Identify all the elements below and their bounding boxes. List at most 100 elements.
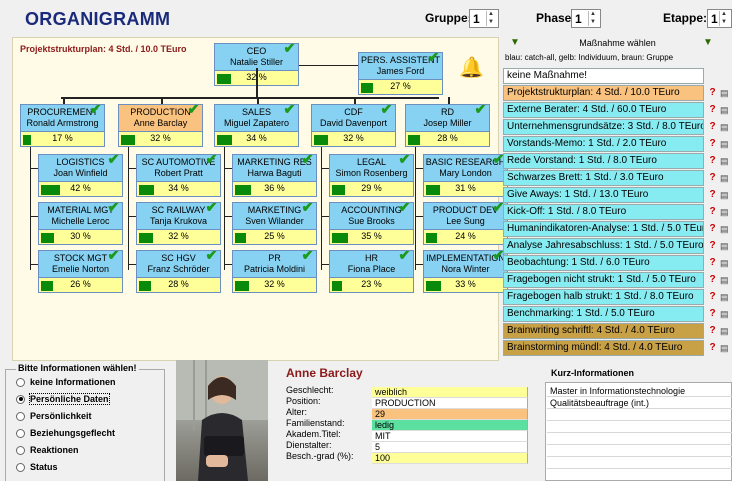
measure-item[interactable]: Analyse Jahresabschluss: 1 Std. / 5.0 TE… xyxy=(503,238,704,254)
phase-spinner[interactable]: 1 ▲ ▼ xyxy=(571,9,601,28)
node-product-dev[interactable]: PRODUCT DEV Lee Sung ✔ 24 % xyxy=(423,202,508,245)
help-icon[interactable]: ? xyxy=(706,102,719,118)
help-icon[interactable]: ? xyxy=(706,323,719,339)
measure-item[interactable]: Rede Vorstand: 1 Std. / 8.0 TEuro xyxy=(503,153,704,169)
measure-item[interactable]: Projektstrukturplan: 4 Std. / 10.0 TEuro xyxy=(503,85,704,101)
radio-icon[interactable] xyxy=(16,377,25,387)
spinner-arrows-icon[interactable]: ▲ ▼ xyxy=(486,11,495,26)
help-icon[interactable]: ? xyxy=(706,136,719,152)
measure-item[interactable]: Externe Berater: 4 Std. / 60.0 TEuro xyxy=(503,102,704,118)
node-header: PRODUCTION Anne Barclay ✔ xyxy=(119,105,202,131)
help-icon[interactable]: ? xyxy=(706,255,719,271)
info-radio[interactable]: Status xyxy=(16,462,58,472)
book-icon[interactable]: ▤ xyxy=(720,289,732,305)
node-rd[interactable]: RD Josep Miller ✔ 28 % xyxy=(405,104,490,147)
radio-label: Persönlichkeit xyxy=(30,411,92,421)
measure-item[interactable]: Unternehmensgrundsätze: 3 Std. / 8.0 TEu… xyxy=(503,119,704,135)
book-icon[interactable]: ▤ xyxy=(720,119,732,135)
check-icon: ✔ xyxy=(427,53,440,66)
person-name: Anne Barclay xyxy=(286,366,363,380)
help-icon[interactable]: ? xyxy=(706,272,719,288)
node-logistics[interactable]: LOGISTICS Joan Winfield ✔ 42 % xyxy=(38,154,123,197)
book-icon[interactable]: ▤ xyxy=(720,204,732,220)
check-icon: ✔ xyxy=(301,251,314,264)
measure-item[interactable]: Give Aways: 1 Std. / 13.0 TEuro xyxy=(503,187,704,203)
measure-item[interactable]: Vorstands-Memo: 1 Std. / 2.0 TEuro xyxy=(503,136,704,152)
check-icon: ✔ xyxy=(89,105,102,118)
book-icon[interactable]: ▤ xyxy=(720,323,732,339)
node-cdf[interactable]: CDF David Davenport ✔ 32 % xyxy=(311,104,396,147)
book-icon[interactable]: ▤ xyxy=(720,136,732,152)
node-hr[interactable]: HR Fiona Place ✔ 23 % xyxy=(329,250,414,293)
node-procurement[interactable]: PROCUREMENT Ronald Armstrong ✔ 17 % xyxy=(20,104,105,147)
help-icon[interactable]: ? xyxy=(706,306,719,322)
help-icon[interactable]: ? xyxy=(706,221,719,237)
node-stock-mgt[interactable]: STOCK MGT Emelie Norton ✔ 26 % xyxy=(38,250,123,293)
book-icon[interactable]: ▤ xyxy=(720,238,732,254)
book-icon[interactable]: ▤ xyxy=(720,255,732,271)
info-radio[interactable]: Persönliche Daten xyxy=(16,393,110,405)
info-radio[interactable]: keine Informationen xyxy=(16,377,116,387)
book-icon[interactable]: ▤ xyxy=(720,221,732,237)
measure-item[interactable]: Brainstorming mündl: 4 Std. / 4.0 TEuro xyxy=(503,340,704,356)
measure-item[interactable]: Fragebogen nicht strukt: 1 Std. / 5.0 TE… xyxy=(503,272,704,288)
node-marketing-res[interactable]: MARKETING RES Harwa Baguti ✔ 36 % xyxy=(232,154,317,197)
help-icon[interactable]: ? xyxy=(706,85,719,101)
node-sc-automotive[interactable]: SC AUTOMOTIVE Robert Pratt ✔ 34 % xyxy=(136,154,221,197)
measure-item[interactable]: keine Maßnahme! xyxy=(503,68,704,84)
help-icon[interactable]: ? xyxy=(706,204,719,220)
radio-icon[interactable] xyxy=(16,394,25,404)
radio-icon[interactable] xyxy=(16,411,25,421)
measure-item[interactable]: Beobachtung: 1 Std. / 6.0 TEuro xyxy=(503,255,704,271)
help-icon[interactable]: ? xyxy=(706,170,719,186)
node-header: PERS. ASSISTENT James Ford ✔ xyxy=(359,53,442,79)
node-sc-railway[interactable]: SC RAILWAY Tanja Krukova ✔ 32 % xyxy=(136,202,221,245)
node-sc-hgv[interactable]: SC HGV Franz Schröder ✔ 28 % xyxy=(136,250,221,293)
info-radio[interactable]: Persönlichkeit xyxy=(16,411,92,421)
node-marketing[interactable]: MARKETING Sven Wilander ✔ 25 % xyxy=(232,202,317,245)
node-implementation[interactable]: IMPLEMENTATION Nora Winter ✔ 33 % xyxy=(423,250,508,293)
node-sales[interactable]: SALES Miguel Zapatero ✔ 34 % xyxy=(214,104,299,147)
node-assistant[interactable]: PERS. ASSISTENT James Ford ✔ 27 % xyxy=(358,52,443,95)
node-header: SC AUTOMOTIVE Robert Pratt ✔ xyxy=(137,155,220,181)
spinner-arrows-icon[interactable]: ▲ ▼ xyxy=(719,11,728,26)
node-basic-research[interactable]: BASIC RESEARCH Mary London ✔ 31 % xyxy=(423,154,508,197)
measure-item[interactable]: Humanindikatoren-Analyse: 1 Std. / 5.0 T… xyxy=(503,221,704,237)
etappe-spinner[interactable]: 1 ▲ ▼ xyxy=(707,9,732,28)
info-radio[interactable]: Reaktionen xyxy=(16,445,79,455)
help-icon[interactable]: ? xyxy=(706,238,719,254)
book-icon[interactable]: ▤ xyxy=(720,306,732,322)
gruppe-spinner[interactable]: 1 ▲ ▼ xyxy=(469,9,499,28)
connector-line xyxy=(415,216,423,217)
node-material-mgt[interactable]: MATERIAL MGT Michelle Leroc ✔ 30 % xyxy=(38,202,123,245)
node-legal[interactable]: LEGAL Simon Rosenberg ✔ 29 % xyxy=(329,154,414,197)
help-icon[interactable]: ? xyxy=(706,119,719,135)
node-header: PRODUCT DEV Lee Sung ✔ xyxy=(424,203,507,229)
measure-item[interactable]: Benchmarking: 1 Std. / 5.0 TEuro xyxy=(503,306,704,322)
book-icon[interactable]: ▤ xyxy=(720,102,732,118)
measure-item[interactable]: Kick-Off: 1 Std. / 8.0 TEuro xyxy=(503,204,704,220)
node-production[interactable]: PRODUCTION Anne Barclay ✔ 32 % xyxy=(118,104,203,147)
help-icon[interactable]: ? xyxy=(706,289,719,305)
info-radio[interactable]: Beziehungsgeflecht xyxy=(16,428,115,438)
book-icon[interactable]: ▤ xyxy=(720,272,732,288)
node-pr[interactable]: PR Patricia Moldini ✔ 32 % xyxy=(232,250,317,293)
radio-icon[interactable] xyxy=(16,428,25,438)
measure-item[interactable]: Schwarzes Brett: 1 Std. / 3.0 TEuro xyxy=(503,170,704,186)
radio-icon[interactable] xyxy=(16,462,25,472)
help-icon[interactable]: ? xyxy=(706,153,719,169)
spinner-arrows-icon[interactable]: ▲ ▼ xyxy=(588,11,597,26)
book-icon[interactable]: ▤ xyxy=(720,187,732,203)
node-accounting[interactable]: ACCOUNTING Sue Brooks ✔ 35 % xyxy=(329,202,414,245)
help-icon[interactable]: ? xyxy=(706,340,719,356)
book-icon[interactable]: ▤ xyxy=(720,340,732,356)
measure-item[interactable]: Brainwriting schriftl: 4 Std. / 4.0 TEur… xyxy=(503,323,704,339)
info-group-title: Bitte Informationen wählen! xyxy=(16,363,139,373)
radio-icon[interactable] xyxy=(16,445,25,455)
book-icon[interactable]: ▤ xyxy=(720,170,732,186)
book-icon[interactable]: ▤ xyxy=(720,85,732,101)
measure-item[interactable]: Fragebogen halb strukt: 1 Std. / 8.0 TEu… xyxy=(503,289,704,305)
book-icon[interactable]: ▤ xyxy=(720,153,732,169)
help-icon[interactable]: ? xyxy=(706,187,719,203)
bell-icon[interactable]: 🔔 xyxy=(459,55,484,80)
